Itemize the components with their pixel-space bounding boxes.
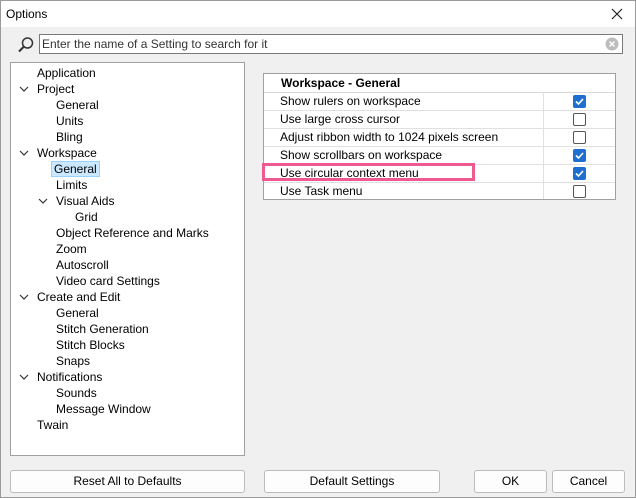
tree-item-units[interactable]: Units — [54, 113, 85, 129]
settings-tree[interactable]: Application Project General Units Bling … — [10, 62, 245, 456]
search-box[interactable] — [39, 34, 623, 54]
tree-item-zoom[interactable]: Zoom — [54, 241, 89, 257]
tree-item-label: Grid — [75, 210, 98, 224]
chevron-down-icon[interactable] — [38, 196, 48, 206]
setting-checkbox[interactable] — [573, 131, 586, 144]
tree-item-sounds[interactable]: Sounds — [54, 385, 99, 401]
tree-item-label: Object Reference and Marks — [56, 226, 209, 240]
setting-checkbox[interactable] — [573, 113, 586, 126]
setting-checkbox[interactable] — [573, 185, 586, 198]
highlight-box — [262, 163, 475, 181]
setting-row[interactable]: Adjust ribbon width to 1024 pixels scree… — [264, 128, 615, 147]
window-title: Options — [6, 7, 48, 21]
tree-item-message-window[interactable]: Message Window — [54, 401, 153, 417]
setting-label: Show rulers on workspace — [280, 94, 421, 108]
setting-label: Use large cross cursor — [280, 112, 401, 126]
tree-item-limits[interactable]: Limits — [54, 177, 89, 193]
tree-item-label: Application — [37, 66, 96, 80]
tree-item-label: Notifications — [37, 370, 103, 384]
tree-item-label: Video card Settings — [56, 274, 160, 288]
tree-item-label: Workspace — [37, 146, 97, 160]
tree-item-label: Stitch Blocks — [56, 338, 125, 352]
setting-checkbox[interactable] — [573, 167, 586, 180]
setting-label: Show scrollbars on workspace — [280, 148, 443, 162]
ok-button[interactable]: OK — [474, 470, 547, 493]
search-icon — [18, 37, 34, 53]
tree-item-label: General — [56, 98, 99, 112]
tree-item-label: General — [56, 306, 99, 320]
tree-item-label: Sounds — [56, 386, 97, 400]
tree-item-label: Stitch Generation — [56, 322, 149, 336]
tree-item-create-general[interactable]: General — [54, 305, 101, 321]
chevron-down-icon[interactable] — [19, 292, 29, 302]
tree-item-label: Twain — [37, 418, 69, 432]
close-icon[interactable] — [605, 3, 629, 25]
tree-item-project[interactable]: Project — [35, 81, 76, 97]
tree-item-label: General — [51, 161, 100, 177]
tree-item-bling[interactable]: Bling — [54, 129, 85, 145]
tree-item-notifications[interactable]: Notifications — [35, 369, 104, 385]
tree-item-twain[interactable]: Twain — [35, 417, 70, 433]
search-input[interactable] — [42, 36, 602, 52]
setting-row[interactable]: Use Task menu — [264, 182, 615, 200]
tree-item-label: Zoom — [56, 242, 87, 256]
default-settings-button[interactable]: Default Settings — [264, 470, 440, 493]
setting-row[interactable]: Show rulers on workspace — [264, 92, 615, 111]
tree-item-snaps[interactable]: Snaps — [54, 353, 92, 369]
tree-item-object-reference[interactable]: Object Reference and Marks — [54, 225, 211, 241]
tree-item-label: Autoscroll — [56, 258, 109, 272]
clear-search-icon[interactable] — [605, 37, 619, 51]
tree-item-label: Snaps — [56, 354, 91, 368]
tree-item-label: Limits — [56, 178, 88, 192]
setting-label: Use Task menu — [280, 184, 363, 198]
tree-item-label: Visual Aids — [56, 194, 115, 208]
tree-item-visual-aids[interactable]: Visual Aids — [54, 193, 116, 209]
cancel-button[interactable]: Cancel — [552, 470, 625, 493]
options-window: Options Application Project General Unit… — [0, 0, 636, 498]
tree-item-label: Message Window — [56, 402, 151, 416]
setting-label: Adjust ribbon width to 1024 pixels scree… — [280, 130, 499, 144]
tree-item-grid[interactable]: Grid — [73, 209, 100, 225]
tree-item-label: Create and Edit — [37, 290, 121, 304]
setting-row[interactable]: Use large cross cursor — [264, 110, 615, 129]
tree-item-stitch-generation[interactable]: Stitch Generation — [54, 321, 151, 337]
checkmark-icon — [575, 170, 584, 178]
chevron-down-icon[interactable] — [19, 84, 29, 94]
tree-item-label: Units — [56, 114, 84, 128]
tree-item-application[interactable]: Application — [35, 65, 98, 81]
tree-item-label: Bling — [56, 130, 83, 144]
chevron-down-icon[interactable] — [19, 148, 29, 158]
chevron-down-icon[interactable] — [19, 372, 29, 382]
tree-item-workspace[interactable]: Workspace — [35, 145, 99, 161]
tree-item-autoscroll[interactable]: Autoscroll — [54, 257, 111, 273]
tree-item-stitch-blocks[interactable]: Stitch Blocks — [54, 337, 127, 353]
title-bar: Options — [1, 1, 635, 27]
tree-item-label: Project — [37, 82, 75, 96]
checkmark-icon — [575, 152, 584, 160]
tree-item-workspace-general[interactable]: General — [51, 161, 100, 177]
settings-section-title: Workspace - General — [281, 76, 401, 90]
tree-item-video-card-settings[interactable]: Video card Settings — [54, 273, 162, 289]
tree-item-create-and-edit[interactable]: Create and Edit — [35, 289, 122, 305]
checkmark-icon — [575, 98, 584, 106]
tree-item-project-general[interactable]: General — [54, 97, 101, 113]
setting-checkbox[interactable] — [573, 95, 586, 108]
reset-all-button[interactable]: Reset All to Defaults — [10, 470, 245, 493]
settings-grid-header: Workspace - General — [264, 74, 615, 93]
setting-checkbox[interactable] — [573, 149, 586, 162]
